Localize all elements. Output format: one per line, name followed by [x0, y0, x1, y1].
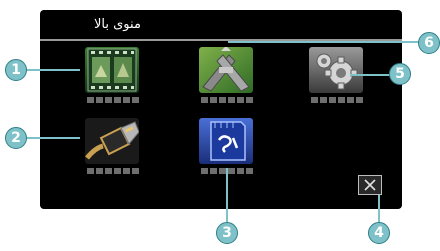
- close-icon: [364, 179, 376, 191]
- film-strip-icon: [85, 47, 139, 93]
- menu-screen: منوی بالا: [40, 10, 402, 209]
- callout-3: 3: [216, 222, 238, 244]
- close-button[interactable]: [358, 175, 382, 195]
- video-playback-tile[interactable]: [82, 47, 142, 103]
- callout-leader: [26, 137, 80, 139]
- callout-5: 5: [389, 63, 411, 85]
- tile-label-placeholder: [311, 97, 363, 103]
- callout-leader: [26, 69, 80, 71]
- callout-4: 4: [368, 222, 390, 244]
- merge-tile[interactable]: [196, 47, 256, 103]
- callout-2: 2: [5, 127, 27, 149]
- gears-icon: [309, 47, 363, 93]
- title-bar: منوی بالا: [40, 10, 402, 38]
- merge-arrows-icon: [199, 47, 253, 93]
- hdmi-cable-icon: [85, 118, 139, 164]
- tile-label-placeholder: [87, 168, 139, 174]
- callout-6: 6: [418, 32, 440, 54]
- tile-label-placeholder: [87, 97, 139, 103]
- page-title: منوی بالا: [94, 17, 141, 32]
- callout-leader: [228, 41, 424, 43]
- sd-card-tile[interactable]: [196, 118, 256, 174]
- callout-leader: [226, 168, 228, 224]
- callout-1: 1: [5, 59, 27, 81]
- tile-label-placeholder: [201, 97, 253, 103]
- callout-leader: [350, 74, 390, 76]
- hdmi-output-tile[interactable]: [82, 118, 142, 174]
- settings-tile[interactable]: [306, 47, 366, 103]
- sd-card-icon: [199, 118, 253, 164]
- callout-leader: [378, 195, 380, 223]
